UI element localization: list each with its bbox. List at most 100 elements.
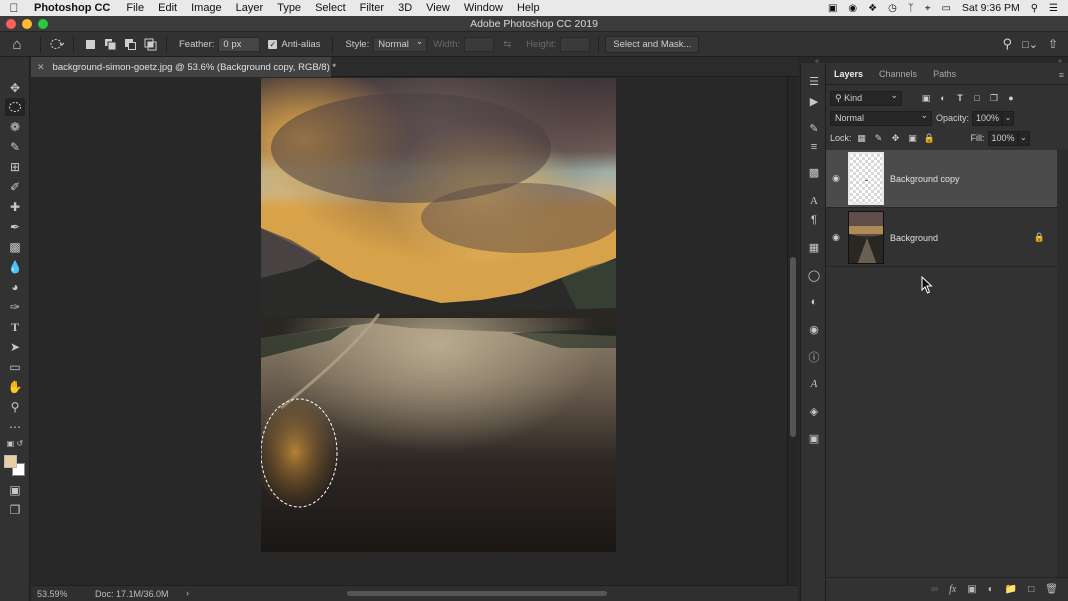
menu-filter[interactable]: Filter [353,2,391,14]
horizontal-scroll-thumb[interactable] [347,591,607,596]
elliptical-marquee-tool-icon[interactable] [5,98,25,116]
close-tab-icon[interactable]: ✕ [37,62,45,73]
doc-size[interactable]: Doc: 17.1M/36.0M [95,589,169,599]
vertical-scrollbar[interactable] [787,77,798,585]
filter-type-icon[interactable]: T [953,91,967,105]
new-adjustment-layer-icon[interactable]: ◐ [988,584,994,595]
apple-menu-icon[interactable]:  [0,1,28,15]
adjustments-panel-icon[interactable]: ◐ [805,293,823,311]
adjustments-brush-icon[interactable]: ✎ [805,119,823,137]
menu-help[interactable]: Help [510,2,547,14]
swatches-panel-icon[interactable]: ▦ [805,238,823,256]
spot-healing-tool-icon[interactable]: ✚ [5,198,25,216]
visibility-eye-icon[interactable]: ◉ [826,173,846,184]
clone-source-icon[interactable]: ▩ [805,163,823,181]
fill-slider-toggle[interactable]: ⌄ [1017,130,1030,146]
link-layers-icon[interactable]: ∞ [931,584,938,595]
glyphs-panel-icon[interactable]: A [805,375,823,393]
home-icon[interactable]: ⌂ [0,36,34,53]
airplay-icon[interactable]: ▭ [941,3,950,14]
eyedropper-tool-icon[interactable]: ✐ [5,178,25,196]
lock-artboard-icon[interactable]: ▣ [906,131,920,145]
blur-tool-icon[interactable]: 💧 [5,258,25,276]
fill-input[interactable]: 100% [987,130,1018,146]
rectangle-tool-icon[interactable]: ▭ [5,358,25,376]
dropbox-icon[interactable]: ❖ [868,3,877,14]
wifi-icon[interactable]: ⌖ [925,3,931,14]
close-window-button[interactable] [6,19,16,29]
quick-mask-icon[interactable]: ▣ [5,481,25,499]
type-tool-icon[interactable]: T [5,318,25,336]
notification-center-icon[interactable]: ☰ [1049,3,1058,14]
new-group-icon[interactable]: 📁 [1005,584,1017,595]
select-and-mask-button[interactable]: Select and Mask... [605,35,700,53]
layer-row-background-copy[interactable]: ◉ Background copy [826,150,1057,208]
vertical-scroll-thumb[interactable] [790,257,796,437]
brush-tool-icon[interactable]: ✒ [5,218,25,236]
menu-window[interactable]: Window [457,2,510,14]
layers-scrollbar[interactable] [1057,149,1068,579]
style-dropdown[interactable]: Normal [373,35,428,52]
menu-view[interactable]: View [419,2,457,14]
brush-settings-icon[interactable]: ≡ [805,138,823,156]
lock-transparent-icon[interactable]: ▦ [855,131,869,145]
intersect-selection-icon[interactable] [143,37,157,51]
tab-paths[interactable]: Paths [925,69,964,84]
foreground-color-swatch[interactable] [4,455,17,468]
layer-lock-icon[interactable]: 🔒 [1034,232,1045,243]
elliptical-marquee-preset-icon[interactable] [50,37,64,51]
filter-adjustment-icon[interactable]: ◐ [936,91,950,105]
creative-cloud-icon[interactable]: ◉ [848,3,857,14]
status-menu-arrow-icon[interactable]: › [186,588,189,598]
actions-panel-icon[interactable]: ▶ [805,92,823,110]
hand-tool-icon[interactable]: ✋ [5,378,25,396]
lasso-tool-icon[interactable]: ❁ [5,118,25,136]
clock[interactable]: Sat 9:36 PM [962,2,1020,14]
tab-layers[interactable]: Layers [826,69,871,84]
filter-pixel-icon[interactable]: ▣ [919,91,933,105]
opacity-slider-toggle[interactable]: ⌄ [1002,110,1015,126]
filter-toggle-icon[interactable]: ● [1004,91,1018,105]
lock-image-icon[interactable]: ✎ [872,131,886,145]
menu-file[interactable]: File [119,2,151,14]
crop-tool-icon[interactable]: ⊞ [5,158,25,176]
lock-position-icon[interactable]: ✥ [889,131,903,145]
zoom-level[interactable]: 53.59% [37,589,68,599]
document-image[interactable] [261,78,616,552]
add-to-selection-icon[interactable] [103,37,117,51]
info-panel-icon[interactable]: ⓘ [805,348,823,366]
layer-row-background[interactable]: ◉ Background 🔒 [826,209,1057,267]
minimize-window-button[interactable] [22,19,32,29]
dodge-tool-icon[interactable]: ◕ [5,278,25,296]
quick-selection-tool-icon[interactable]: ✎ [5,138,25,156]
blend-mode-dropdown[interactable]: Normal [830,109,932,126]
document-tab[interactable]: ✕ background-simon-goetz.jpg @ 53.6% (Ba… [31,57,336,77]
menu-type[interactable]: Type [270,2,308,14]
search-icon[interactable]: ⚲ [1003,36,1013,52]
tab-channels[interactable]: Channels [871,69,925,84]
anti-alias-checkbox[interactable]: ✓ [268,39,278,49]
height-input[interactable] [560,36,591,52]
edit-toolbar-icon[interactable]: ⋯ [5,418,25,436]
add-mask-icon[interactable]: ▣ [967,584,976,595]
spotlight-icon[interactable]: ⚲ [1031,3,1038,14]
workspace-icon[interactable]: □⌄ [1022,38,1038,51]
lock-all-icon[interactable]: 🔒 [923,131,937,145]
properties-panel-icon[interactable]: ▣ [805,429,823,447]
width-input[interactable] [464,36,495,52]
default-swap-colors-icon[interactable]: ▣ ↺ [5,437,25,449]
zoom-tool-icon[interactable]: ⚲ [5,398,25,416]
pen-tool-icon[interactable]: ✑ [5,298,25,316]
new-selection-icon[interactable] [83,37,97,51]
subtract-from-selection-icon[interactable] [123,37,137,51]
filter-smart-object-icon[interactable]: ❐ [987,91,1001,105]
visibility-eye-icon[interactable]: ◉ [826,232,846,243]
learn-panel-icon[interactable]: ◯ [805,266,823,284]
history-panel-icon[interactable]: ☰ [805,72,823,90]
menu-layer[interactable]: Layer [229,2,271,14]
menu-image[interactable]: Image [184,2,229,14]
move-tool-icon[interactable]: ✥ [5,79,25,97]
camera-icon[interactable]: ▣ [828,3,837,14]
layer-name[interactable]: Background [890,233,938,243]
paragraph-panel-icon[interactable]: ¶ [805,211,823,229]
